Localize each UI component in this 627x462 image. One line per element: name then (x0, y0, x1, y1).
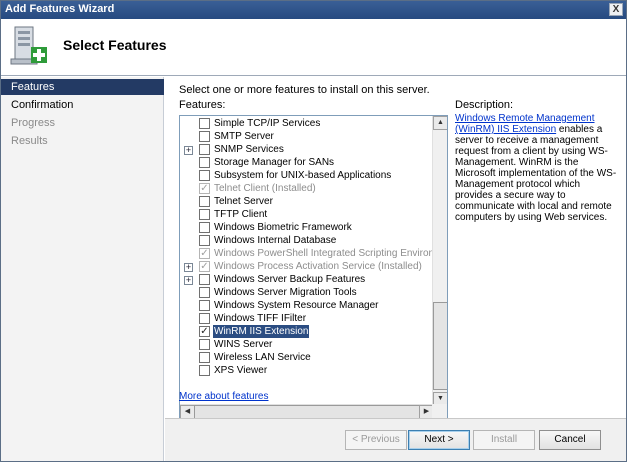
vertical-scrollbar[interactable]: ▲ ▼ (432, 116, 447, 406)
feature-checkbox[interactable] (199, 144, 210, 155)
expand-plus-icon[interactable]: + (184, 146, 193, 155)
feature-label: Windows System Resource Manager (214, 300, 379, 311)
arrow-up-icon: ▲ (437, 119, 444, 126)
feature-checkbox[interactable]: ✓ (199, 326, 210, 337)
feature-label: Simple TCP/IP Services (214, 118, 321, 129)
feature-checkbox[interactable] (199, 287, 210, 298)
sidebar-item-label: Results (11, 135, 48, 147)
feature-checkbox[interactable] (199, 365, 210, 376)
feature-label: SNMP Services (214, 144, 284, 155)
feature-checkbox: ✓ (199, 261, 210, 272)
wizard-header: Select Features (1, 19, 626, 76)
features-tree[interactable]: Simple TCP/IP Services SMTP Server + SNMP S… (179, 115, 448, 420)
feature-label: Telnet Server (214, 196, 273, 207)
title-bar[interactable]: Add Features Wizard X (1, 1, 626, 19)
feature-label: WINS Server (214, 339, 273, 350)
instruction-text: Select one or more features to install o… (179, 84, 430, 96)
feature-label: Windows Server Migration Tools (214, 287, 357, 298)
wizard-window: Add Features Wizard X Select Features Fe… (0, 0, 627, 462)
expand-plus-icon[interactable]: + (184, 263, 193, 272)
feature-row[interactable]: XPS Viewer (180, 365, 434, 378)
cancel-button[interactable]: Cancel (539, 430, 601, 450)
sidebar-item-progress: Progress (1, 115, 164, 131)
feature-checkbox: ✓ (199, 248, 210, 259)
close-button[interactable]: X (609, 3, 623, 16)
vertical-scroll-thumb[interactable] (433, 302, 447, 390)
feature-checkbox[interactable] (199, 274, 210, 285)
close-icon: X (612, 4, 620, 15)
server-add-icon (10, 26, 47, 65)
sidebar-item-label: Features (11, 81, 55, 93)
feature-checkbox[interactable] (199, 196, 210, 207)
feature-label: Windows Server Backup Features (214, 274, 366, 285)
feature-checkbox[interactable] (199, 313, 210, 324)
scrollbar-corner (432, 404, 447, 419)
feature-label: XPS Viewer (214, 365, 268, 376)
feature-label: Telnet Client (Installed) (214, 183, 316, 194)
window-title: Add Features Wizard (5, 3, 115, 15)
scroll-left-button[interactable]: ◀ (180, 405, 195, 419)
sidebar-item-confirmation[interactable]: Confirmation (1, 97, 164, 113)
feature-label: Wireless LAN Service (214, 352, 311, 363)
description-text: Windows Remote Management (WinRM) IIS Ex… (455, 113, 620, 223)
feature-checkbox[interactable] (199, 300, 210, 311)
feature-checkbox[interactable] (199, 131, 210, 142)
more-about-features-link[interactable]: More about features (179, 391, 269, 402)
feature-checkbox[interactable] (199, 222, 210, 233)
previous-button[interactable]: < Previous (345, 430, 407, 450)
feature-checkbox[interactable] (199, 209, 210, 220)
feature-label: Windows Process Activation Service (Inst… (214, 261, 422, 272)
feature-label: Windows Internal Database (214, 235, 337, 246)
feature-checkbox: ✓ (199, 183, 210, 194)
sidebar-item-features[interactable]: Features (1, 79, 164, 95)
wizard-footer: < Previous Next > Install Cancel (165, 418, 626, 461)
feature-label: Windows Biometric Framework (214, 222, 352, 233)
feature-label: Windows TIFF IFilter (214, 313, 307, 324)
feature-checkbox[interactable] (199, 235, 210, 246)
feature-label: SMTP Server (214, 131, 274, 142)
feature-checkbox[interactable] (199, 118, 210, 129)
sidebar-item-label: Progress (11, 117, 56, 129)
sidebar-item-results: Results (1, 133, 164, 149)
feature-checkbox[interactable] (199, 339, 210, 350)
description-body: enables a server to receive a management… (455, 124, 617, 223)
feature-checkbox[interactable] (199, 157, 210, 168)
arrow-down-icon: ▼ (437, 395, 444, 402)
arrow-right-icon: ▶ (423, 408, 430, 415)
feature-label: Storage Manager for SANs (214, 157, 335, 168)
description-label: Description: (455, 99, 514, 111)
features-label: Features: (179, 99, 226, 111)
install-button[interactable]: Install (473, 430, 535, 450)
feature-label: WinRM IIS Extension (213, 325, 310, 338)
arrow-left-icon: ◀ (184, 408, 191, 415)
feature-checkbox[interactable] (199, 352, 210, 363)
sidebar-item-label: Confirmation (11, 99, 74, 111)
scroll-up-button[interactable]: ▲ (433, 116, 447, 130)
feature-label: Windows PowerShell Integrated Scripting … (214, 248, 448, 259)
wizard-sidebar: Features Confirmation Progress Results (1, 77, 164, 461)
feature-label: Subsystem for UNIX-based Applications (214, 170, 392, 181)
next-button[interactable]: Next > (408, 430, 470, 450)
feature-checkbox[interactable] (199, 170, 210, 181)
horizontal-scrollbar[interactable]: ◀ ▶ (180, 404, 434, 419)
page-title: Select Features (63, 37, 167, 53)
wizard-content: Select one or more features to install o… (165, 77, 626, 461)
feature-label: TFTP Client (214, 209, 268, 220)
expand-plus-icon[interactable]: + (184, 276, 193, 285)
